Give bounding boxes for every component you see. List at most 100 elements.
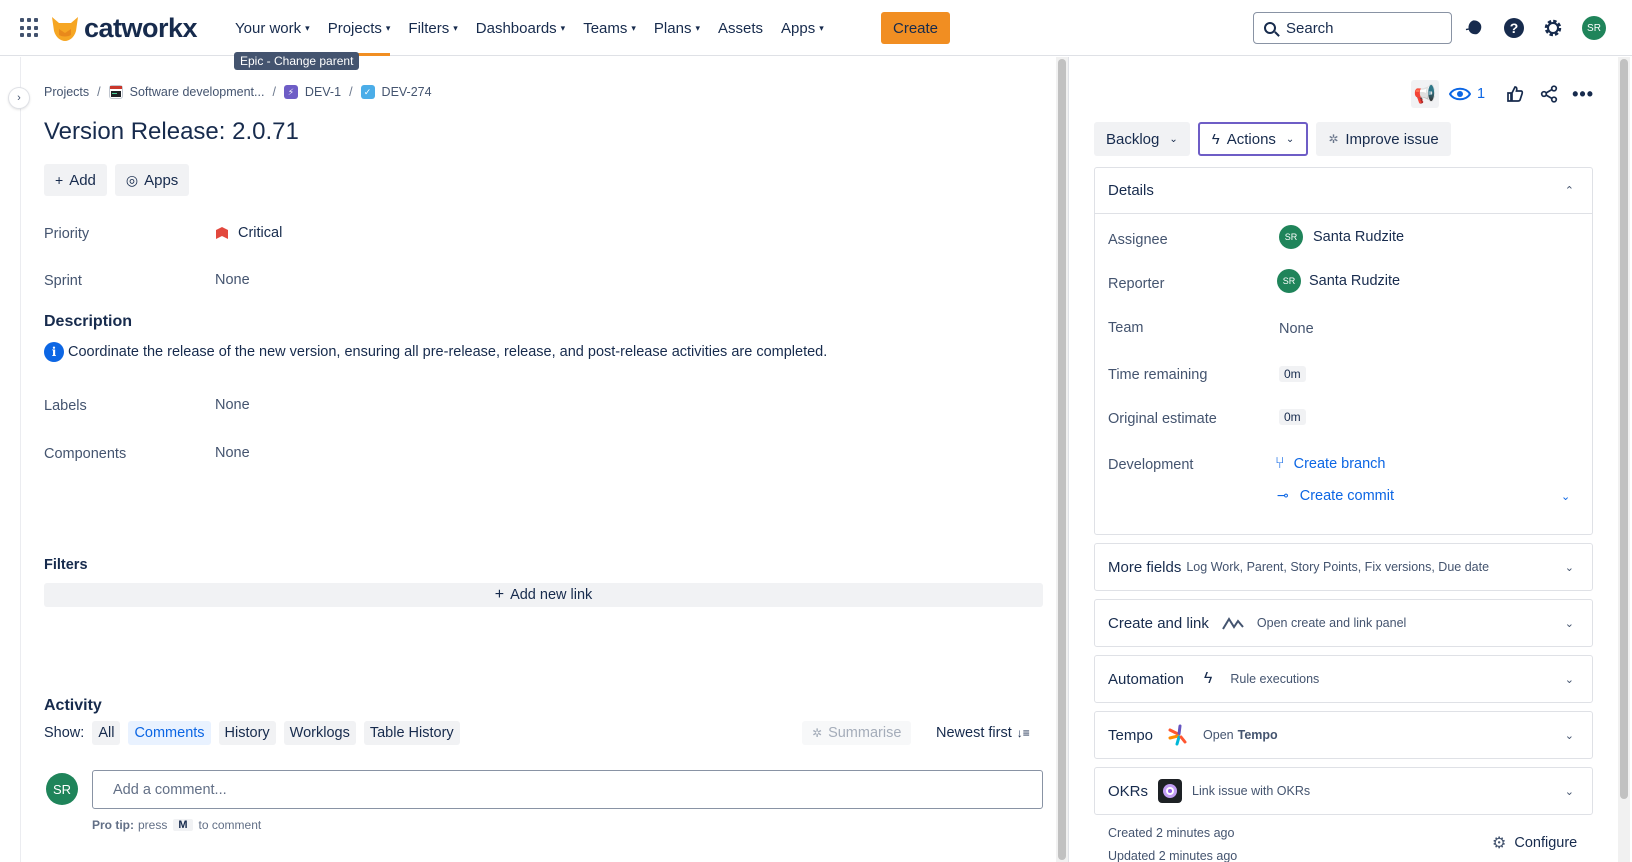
- nav-dashboards[interactable]: Dashboards ▾: [467, 12, 574, 44]
- epic-lightning-icon: ⚡: [283, 85, 298, 99]
- original-estimate-field[interactable]: 0m: [1279, 409, 1306, 425]
- protip-key: M: [173, 819, 193, 831]
- create-button[interactable]: Create: [881, 12, 951, 44]
- profile-avatar[interactable]: SR: [1582, 16, 1606, 40]
- comment-input[interactable]: Add a comment...: [92, 770, 1043, 809]
- team-value[interactable]: None: [1279, 321, 1314, 337]
- activity-tab-worklogs[interactable]: Worklogs: [283, 721, 356, 745]
- logo[interactable]: catworkx: [50, 12, 198, 44]
- create-link-panel[interactable]: Create and link Open create and link pan…: [1094, 599, 1593, 647]
- activity-tab-comments[interactable]: Comments: [128, 721, 211, 745]
- priority-value: Critical: [238, 225, 283, 241]
- configure-label: Configure: [1514, 835, 1578, 851]
- activity-tab-all[interactable]: All: [92, 721, 121, 745]
- nav-filters[interactable]: Filters ▾: [399, 12, 466, 44]
- activity-tab-table-history[interactable]: Table History: [363, 721, 460, 745]
- actions-dropdown[interactable]: ϟ Actions ⌄: [1197, 122, 1309, 156]
- chevron-down-icon: ▾: [453, 22, 458, 33]
- add-button[interactable]: + Add: [44, 164, 107, 196]
- chevron-down-icon: ▾: [560, 22, 566, 33]
- create-link-header[interactable]: Create and link Open create and link pan…: [1095, 600, 1592, 646]
- labels-value[interactable]: None: [215, 397, 250, 413]
- sidebar-scrollbar[interactable]: [1618, 57, 1630, 862]
- configure-button[interactable]: ⚙ Configure: [1492, 833, 1577, 853]
- time-remaining-field[interactable]: 0m: [1279, 366, 1306, 382]
- apps-circle-icon: ◎: [125, 171, 139, 188]
- description-heading: Description: [44, 313, 133, 330]
- top-navigation: catworkx Your work ▾ Projects ▾ Filters ▾ D…: [0, 0, 1632, 56]
- more-actions-icon[interactable]: •••: [1569, 80, 1597, 108]
- reporter-label: Reporter: [1108, 276, 1165, 292]
- reporter-field[interactable]: SR Santa Rudzite: [1277, 269, 1400, 293]
- chevron-down-icon: ▾: [385, 22, 391, 33]
- breadcrumb-separator: /: [349, 85, 353, 99]
- help-icon[interactable]: ?: [1502, 16, 1526, 40]
- activity-tab-history[interactable]: History: [218, 721, 276, 745]
- nav-label: Assets: [717, 19, 763, 37]
- vote-thumbs-up-icon[interactable]: [1501, 80, 1529, 108]
- more-fields-panel[interactable]: More fields Log Work, Parent, Story Poin…: [1094, 543, 1593, 591]
- nav-assets[interactable]: Assets: [709, 12, 772, 44]
- nav-label: Filters: [408, 19, 450, 37]
- components-value[interactable]: None: [215, 445, 250, 461]
- main-scrollbar[interactable]: [1056, 57, 1068, 862]
- more-fields-sub: Log Work, Parent, Story Points, Fix vers…: [1186, 560, 1490, 574]
- nav-plans[interactable]: Plans ▾: [645, 12, 709, 44]
- apps-button[interactable]: ◎ Apps: [114, 164, 190, 196]
- feedback-megaphone-icon[interactable]: 📢: [1411, 80, 1439, 108]
- breadcrumb-projects[interactable]: Projects: [44, 85, 89, 99]
- details-panel: Details ⌃ Assignee SR Santa Rudzite Repo…: [1094, 167, 1593, 535]
- sort-order-button[interactable]: Newest first ↓≡: [936, 721, 1030, 745]
- share-icon[interactable]: [1535, 80, 1563, 108]
- assignee-field[interactable]: SR Santa Rudzite: [1279, 225, 1404, 249]
- details-header[interactable]: Details ⌃: [1095, 168, 1592, 214]
- okrs-header[interactable]: OKRs Link issue with OKRs ⌄: [1095, 768, 1592, 814]
- issue-title[interactable]: Version Release: 2.0.71: [44, 118, 299, 146]
- chevron-down-icon: ⌄: [1564, 673, 1574, 686]
- settings-gear-icon[interactable]: [1541, 16, 1565, 40]
- assignee-value: Santa Rudzite: [1313, 229, 1405, 245]
- lightning-icon: ϟ: [1211, 130, 1220, 148]
- status-row: Backlog ⌄ ϟ Actions ⌄ ✲ Improve issue: [1094, 122, 1459, 156]
- development-label: Development: [1108, 457, 1194, 473]
- okrs-panel[interactable]: OKRs Link issue with OKRs ⌄: [1094, 767, 1593, 815]
- ai-sparkle-icon: ✲: [1328, 132, 1339, 146]
- breadcrumb-epic[interactable]: DEV-1: [305, 85, 341, 99]
- time-remaining-value: 0m: [1279, 366, 1306, 382]
- nav-projects[interactable]: Projects ▾: [319, 12, 400, 56]
- main-scrollbar-thumb[interactable]: [1058, 59, 1066, 860]
- breadcrumb-project[interactable]: Software development...: [130, 85, 265, 99]
- tempo-panel[interactable]: Tempo Open Tempo ⌄: [1094, 711, 1593, 759]
- status-dropdown[interactable]: Backlog ⌄: [1094, 122, 1190, 156]
- nav-teams[interactable]: Teams ▾: [574, 12, 645, 44]
- app-switcher-icon[interactable]: [20, 18, 40, 38]
- chevron-down-icon: ⌄: [1564, 617, 1574, 630]
- sidebar-scrollbar-thumb[interactable]: [1620, 59, 1628, 799]
- nav-label: Projects: [327, 19, 382, 37]
- nav-apps[interactable]: Apps ▾: [772, 12, 833, 44]
- create-branch-link[interactable]: ⑂ Create branch: [1275, 455, 1386, 473]
- show-label: Show:: [44, 725, 85, 741]
- nav-your-work[interactable]: Your work ▾: [226, 12, 319, 44]
- watch-button[interactable]: 1: [1449, 80, 1485, 108]
- apps-label: Apps: [144, 171, 179, 189]
- add-new-link-button[interactable]: + Add new link: [44, 583, 1043, 607]
- breadcrumb-issue[interactable]: DEV-274: [382, 85, 432, 99]
- improve-issue-button[interactable]: ✲ Improve issue: [1316, 122, 1451, 156]
- expand-sidebar-chevron-right-icon[interactable]: ›: [9, 88, 29, 108]
- more-fields-header[interactable]: More fields Log Work, Parent, Story Poin…: [1095, 544, 1592, 590]
- description-body[interactable]: i Coordinate the release of the new vers…: [44, 342, 827, 362]
- priority-field[interactable]: Critical: [215, 225, 282, 241]
- create-commit-link[interactable]: ⊸ Create commit: [1277, 487, 1394, 504]
- notifications-icon[interactable]: [1463, 16, 1487, 40]
- tempo-header[interactable]: Tempo Open Tempo ⌄: [1095, 712, 1592, 758]
- sprint-value[interactable]: None: [215, 272, 250, 288]
- search-input[interactable]: Search: [1253, 12, 1452, 44]
- nav-label: Teams: [583, 19, 628, 37]
- automation-panel[interactable]: Automation ϟ Rule executions ⌄: [1094, 655, 1593, 703]
- automation-header[interactable]: Automation ϟ Rule executions ⌄: [1095, 656, 1592, 702]
- protip-prefix: Pro tip:: [92, 818, 134, 832]
- reporter-value: Santa Rudzite: [1309, 273, 1401, 289]
- chevron-down-icon[interactable]: ⌄: [1561, 490, 1570, 503]
- summarise-button[interactable]: ✲ Summarise: [802, 721, 912, 745]
